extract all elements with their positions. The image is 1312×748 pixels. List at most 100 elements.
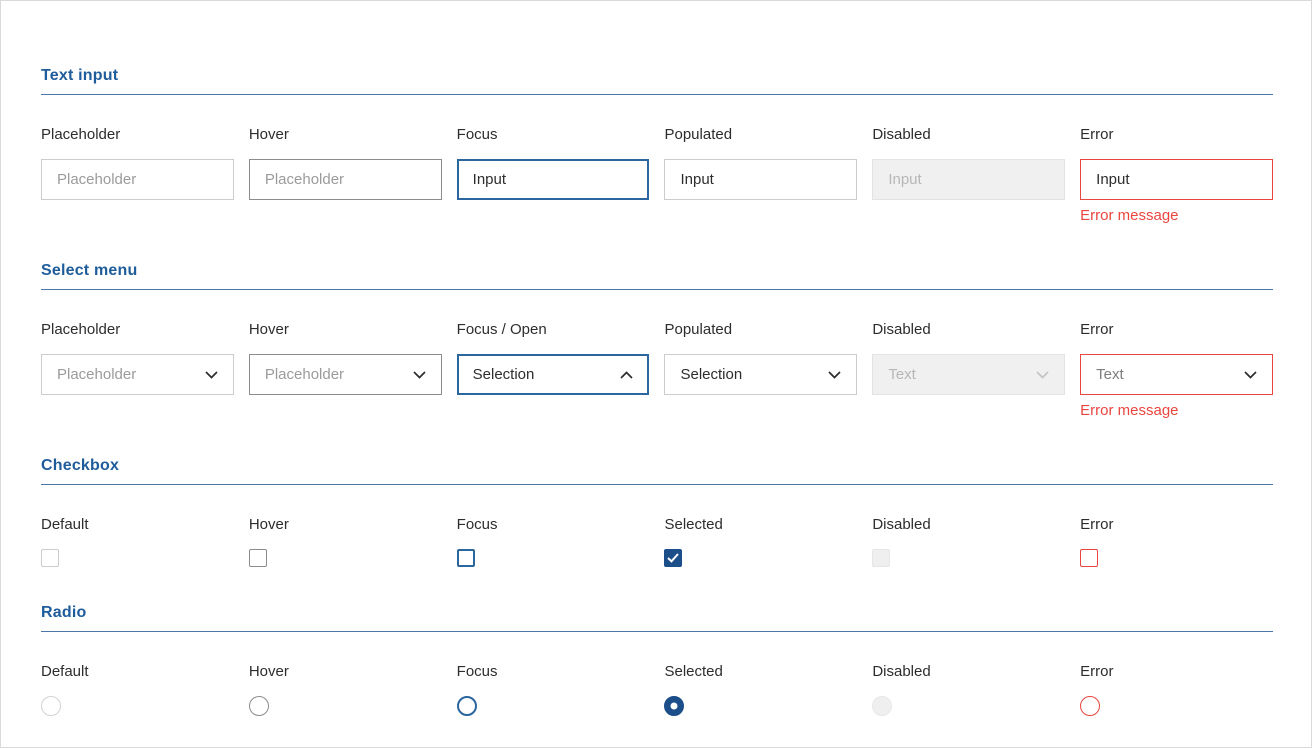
chevron-down-icon — [1036, 371, 1049, 379]
chevron-down-icon — [205, 371, 218, 379]
state-cell: Default — [41, 516, 234, 567]
state-cell: Focus / Open Selection — [457, 321, 650, 420]
section-divider — [41, 631, 1273, 632]
state-label: Focus — [457, 126, 650, 144]
section-divider — [41, 94, 1273, 95]
state-cell: Default — [41, 663, 234, 716]
state-cell: Populated — [664, 126, 857, 225]
state-label: Hover — [249, 663, 442, 681]
chevron-down-icon — [413, 371, 426, 379]
state-label: Hover — [249, 516, 442, 534]
state-label: Focus / Open — [457, 321, 650, 339]
chevron-down-icon — [1244, 371, 1257, 379]
select-hover[interactable]: Placeholder — [249, 354, 442, 395]
state-cell: Error Text Error message — [1080, 321, 1273, 420]
state-label: Error — [1080, 321, 1273, 339]
select-focus-open[interactable]: Selection — [457, 354, 650, 395]
select-value: Placeholder — [265, 366, 344, 383]
state-cell: Hover — [249, 663, 442, 716]
radio-hover[interactable] — [249, 696, 269, 716]
state-cell: Focus — [457, 663, 650, 716]
radio-selected[interactable] — [664, 696, 684, 716]
state-label: Error — [1080, 126, 1273, 144]
state-label: Error — [1080, 516, 1273, 534]
state-label: Selected — [664, 663, 857, 681]
state-label: Focus — [457, 663, 650, 681]
select-populated[interactable]: Selection — [664, 354, 857, 395]
state-cell: Hover Placeholder — [249, 321, 442, 420]
section-divider — [41, 289, 1273, 290]
text-input-focus[interactable] — [457, 159, 650, 200]
state-label: Default — [41, 516, 234, 534]
state-label: Disabled — [872, 663, 1065, 681]
select-value: Placeholder — [57, 366, 136, 383]
state-label: Populated — [664, 126, 857, 144]
select-value: Selection — [680, 366, 742, 383]
section-select-menu: Select menu Placeholder Placeholder Hove… — [41, 262, 1273, 420]
select-error[interactable]: Text — [1080, 354, 1273, 395]
state-cell: Focus — [457, 516, 650, 567]
state-label: Error — [1080, 663, 1273, 681]
section-checkbox: Checkbox Default Hover Focus Selected Di… — [41, 457, 1273, 567]
section-divider — [41, 484, 1273, 485]
state-label: Disabled — [872, 516, 1065, 534]
state-cell: Disabled — [872, 126, 1065, 225]
state-label: Placeholder — [41, 126, 234, 144]
checkmark-icon — [667, 553, 679, 563]
state-label: Focus — [457, 516, 650, 534]
state-cell: Hover — [249, 516, 442, 567]
state-label: Hover — [249, 321, 442, 339]
state-cell: Selected — [664, 516, 857, 567]
text-input-placeholder[interactable] — [41, 159, 234, 200]
states-row: Default Hover Focus Selected Disabled Er… — [41, 516, 1273, 567]
section-title: Select menu — [41, 262, 1273, 280]
state-label: Default — [41, 663, 234, 681]
checkbox-error[interactable] — [1080, 549, 1098, 567]
state-cell: Disabled Text — [872, 321, 1065, 420]
state-label: Selected — [664, 516, 857, 534]
state-cell: Disabled — [872, 663, 1065, 716]
text-input-disabled — [872, 159, 1065, 200]
checkbox-selected[interactable] — [664, 549, 682, 567]
select-value: Text — [1096, 366, 1124, 383]
state-cell: Error — [1080, 663, 1273, 716]
section-title: Radio — [41, 604, 1273, 622]
radio-focus[interactable] — [457, 696, 477, 716]
state-label: Populated — [664, 321, 857, 339]
state-cell: Disabled — [872, 516, 1065, 567]
section-text-input: Text input Placeholder Hover Focus Popul… — [41, 67, 1273, 225]
checkbox-focus[interactable] — [457, 549, 475, 567]
state-label: Placeholder — [41, 321, 234, 339]
radio-error[interactable] — [1080, 696, 1100, 716]
checkbox-hover[interactable] — [249, 549, 267, 567]
state-cell: Placeholder Placeholder — [41, 321, 234, 420]
state-label: Hover — [249, 126, 442, 144]
text-input-populated[interactable] — [664, 159, 857, 200]
state-cell: Selected — [664, 663, 857, 716]
radio-disabled — [872, 696, 892, 716]
state-cell: Error Error message — [1080, 126, 1273, 225]
states-row: Placeholder Hover Focus Populated Disabl… — [41, 126, 1273, 225]
text-input-error[interactable] — [1080, 159, 1273, 200]
select-placeholder[interactable]: Placeholder — [41, 354, 234, 395]
select-value: Selection — [473, 366, 535, 383]
section-radio: Radio Default Hover Focus Selected Disab… — [41, 604, 1273, 716]
chevron-down-icon — [828, 371, 841, 379]
state-cell: Error — [1080, 516, 1273, 567]
state-label: Disabled — [872, 126, 1065, 144]
states-row: Placeholder Placeholder Hover Placeholde… — [41, 321, 1273, 420]
select-value: Text — [888, 366, 916, 383]
chevron-up-icon — [620, 371, 633, 379]
state-cell: Hover — [249, 126, 442, 225]
checkbox-default[interactable] — [41, 549, 59, 567]
state-cell: Focus — [457, 126, 650, 225]
state-cell: Placeholder — [41, 126, 234, 225]
state-label: Disabled — [872, 321, 1065, 339]
error-message: Error message — [1080, 402, 1273, 420]
select-disabled: Text — [872, 354, 1065, 395]
text-input-hover[interactable] — [249, 159, 442, 200]
states-row: Default Hover Focus Selected Disabled Er… — [41, 663, 1273, 716]
section-title: Checkbox — [41, 457, 1273, 475]
radio-default[interactable] — [41, 696, 61, 716]
state-cell: Populated Selection — [664, 321, 857, 420]
